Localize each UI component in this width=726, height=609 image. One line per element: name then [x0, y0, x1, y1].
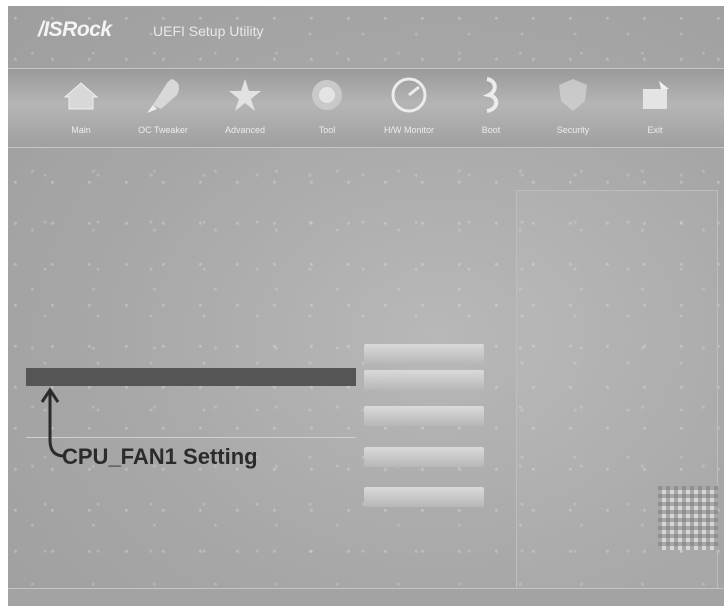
setting-value-button[interactable]: [364, 447, 484, 467]
power-icon: [482, 77, 499, 113]
tab-label: Boot: [481, 125, 501, 135]
tab-boot[interactable]: Boot: [450, 71, 532, 145]
setting-value-button[interactable]: [364, 406, 484, 426]
setting-row[interactable]: [26, 346, 356, 364]
tab-hw-monitor[interactable]: H/W Monitor: [368, 71, 450, 145]
info-row: [28, 182, 358, 196]
tab-label: Exit: [647, 125, 663, 135]
tab-exit[interactable]: Exit: [614, 71, 696, 145]
uefi-screen: /ISRock UEFI Setup Utility Main OC Tweak…: [8, 6, 724, 606]
tab-label: Advanced: [224, 125, 266, 135]
info-row: [28, 226, 358, 240]
tab-strip: Main OC Tweaker Advanced Tool H/W Monito…: [8, 68, 724, 148]
qr-code: [658, 486, 718, 550]
annotation-label: CPU_FAN1 Setting: [62, 444, 258, 469]
shield-icon: [559, 79, 587, 111]
tab-label: Main: [71, 125, 91, 135]
gauge-icon: [391, 77, 427, 113]
tab-oc-tweaker[interactable]: OC Tweaker: [122, 71, 204, 145]
brand-logo: /ISRock: [38, 18, 112, 41]
house-icon: [63, 82, 99, 110]
tab-tool[interactable]: Tool: [286, 71, 368, 145]
info-row: [28, 274, 358, 288]
setting-value-button[interactable]: [364, 344, 484, 364]
header: /ISRock UEFI Setup Utility: [8, 6, 724, 68]
tab-label: Security: [556, 125, 590, 135]
setting-row[interactable]: [26, 412, 356, 430]
tab-label: OC Tweaker: [138, 125, 188, 135]
tool-icon: [312, 80, 342, 110]
rocket-icon: [147, 79, 179, 113]
footer: [8, 588, 724, 606]
exit-icon: [643, 81, 669, 109]
info-row: [28, 288, 358, 302]
tab-advanced[interactable]: Advanced: [204, 71, 286, 145]
setting-row-cpu-fan1[interactable]: [26, 368, 356, 386]
info-row: [28, 302, 358, 316]
setting-row[interactable]: [26, 492, 356, 510]
tab-main[interactable]: Main: [40, 71, 122, 145]
setting-value-button[interactable]: [364, 487, 484, 507]
utility-title: UEFI Setup Utility: [153, 23, 264, 39]
star-icon: [229, 79, 261, 111]
info-row: [28, 212, 358, 226]
tab-label: Tool: [318, 125, 336, 135]
tab-label: H/W Monitor: [383, 125, 434, 135]
setting-value-button[interactable]: [364, 370, 484, 390]
info-row: [28, 316, 358, 330]
divider: [26, 437, 356, 438]
tab-security[interactable]: Security: [532, 71, 614, 145]
info-row: [28, 168, 358, 182]
info-row: [28, 240, 358, 254]
